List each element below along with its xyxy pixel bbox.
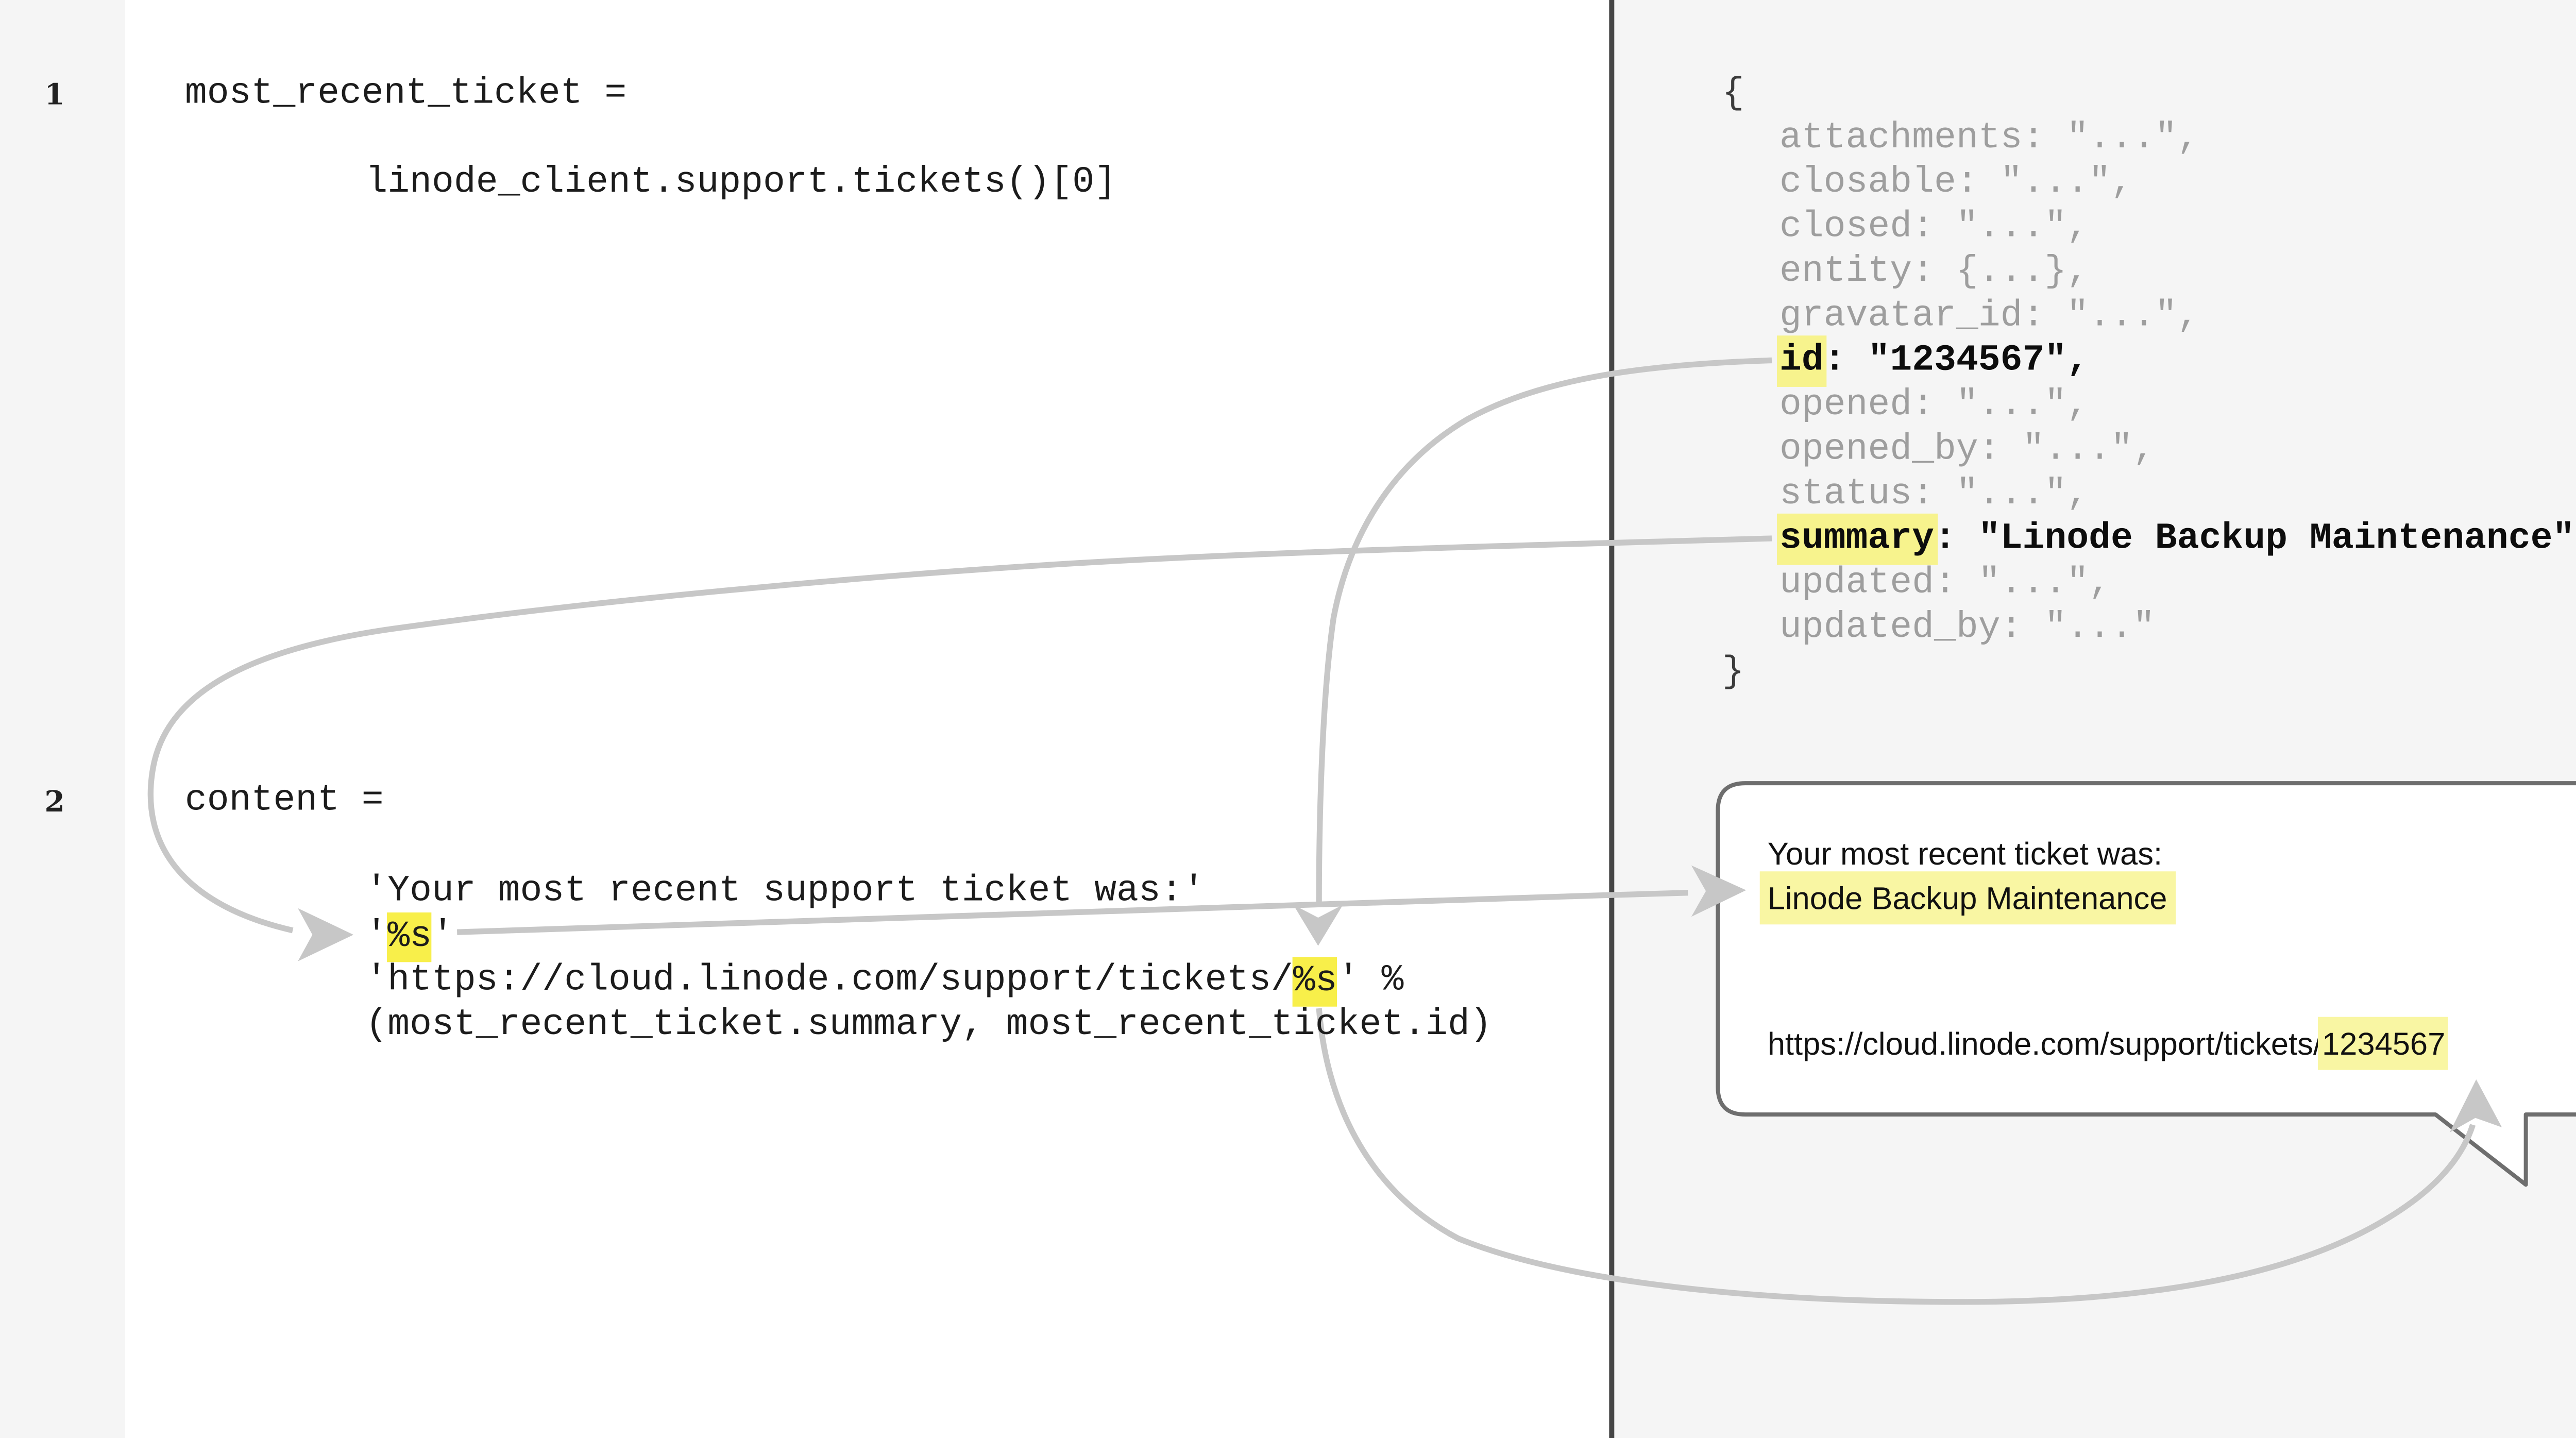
bubble-url-prefix: https://cloud.linode.com/support/tickets… — [1768, 1025, 2322, 1061]
json-field-id: id: "1234567", — [1780, 339, 2089, 383]
json-field-summary: summary: "Linode Backup Maintenance", — [1780, 517, 2576, 561]
bubble-text-line1: Your most recent ticket was: — [1768, 832, 2162, 876]
json-field-closable: closable: "...", — [1780, 161, 2133, 205]
arrowhead-right-icon — [298, 908, 353, 961]
json-field-attachments: attachments: "...", — [1780, 116, 2199, 161]
json-field-updated-by: updated_by: "..." — [1780, 606, 2155, 650]
code-line-2: content = — [185, 779, 384, 823]
connector-id-to-url-placeholder — [1319, 360, 1772, 904]
json-field-entity: entity: {...}, — [1780, 250, 2089, 294]
url-string-prefix: 'https://cloud.linode.com/support/ticket… — [365, 960, 1293, 1002]
code-string-1: 'Your most recent support ticket was:' — [365, 870, 1205, 914]
json-close-brace: } — [1722, 651, 1744, 695]
url-string-suffix: ' % — [1337, 960, 1404, 1002]
quote-close: ' — [432, 916, 454, 957]
json-id-value: : "1234567", — [1824, 341, 2089, 382]
json-field-updated: updated: "...", — [1780, 562, 2111, 606]
json-field-opened: opened: "...", — [1780, 383, 2089, 428]
arrowhead-down-icon — [1293, 905, 1343, 946]
placeholder-id: %s — [1293, 956, 1337, 1006]
json-field-opened-by: opened_by: "...", — [1780, 428, 2155, 472]
json-field-closed: closed: "...", — [1780, 206, 2089, 250]
bubble-text-line2: Linode Backup Maintenance — [1768, 876, 2167, 921]
bubble-url-id-highlight: 1234567 — [2318, 1017, 2449, 1070]
code-string-2: '%s' — [365, 914, 454, 958]
code-line-1: most_recent_ticket = — [185, 72, 626, 116]
code-string-4: (most_recent_ticket.summary, most_recent… — [365, 1003, 1492, 1047]
placeholder-summary: %s — [387, 911, 432, 961]
quote-open: ' — [365, 916, 387, 957]
code-annotation-diagram: 1 2 most_recent_ticket = linode_client.s… — [0, 0, 2576, 1437]
json-id-key: id — [1776, 335, 1827, 387]
bubble-summary-highlight: Linode Backup Maintenance — [1759, 871, 2176, 924]
json-summary-value: : "Linode Backup Maintenance", — [1934, 519, 2576, 560]
bubble-url-line: https://cloud.linode.com/support/tickets… — [1768, 1022, 2446, 1067]
json-field-status: status: "...", — [1780, 472, 2089, 517]
json-summary-key: summary — [1776, 514, 1937, 565]
annotation-overlay — [0, 0, 2576, 1438]
json-field-gravatar-id: gravatar_id: "...", — [1780, 295, 2199, 339]
code-string-3: 'https://cloud.linode.com/support/ticket… — [365, 959, 1403, 1003]
code-line-1-continuation: linode_client.support.tickets()[0] — [365, 161, 1116, 205]
json-open-brace: { — [1722, 72, 1744, 116]
